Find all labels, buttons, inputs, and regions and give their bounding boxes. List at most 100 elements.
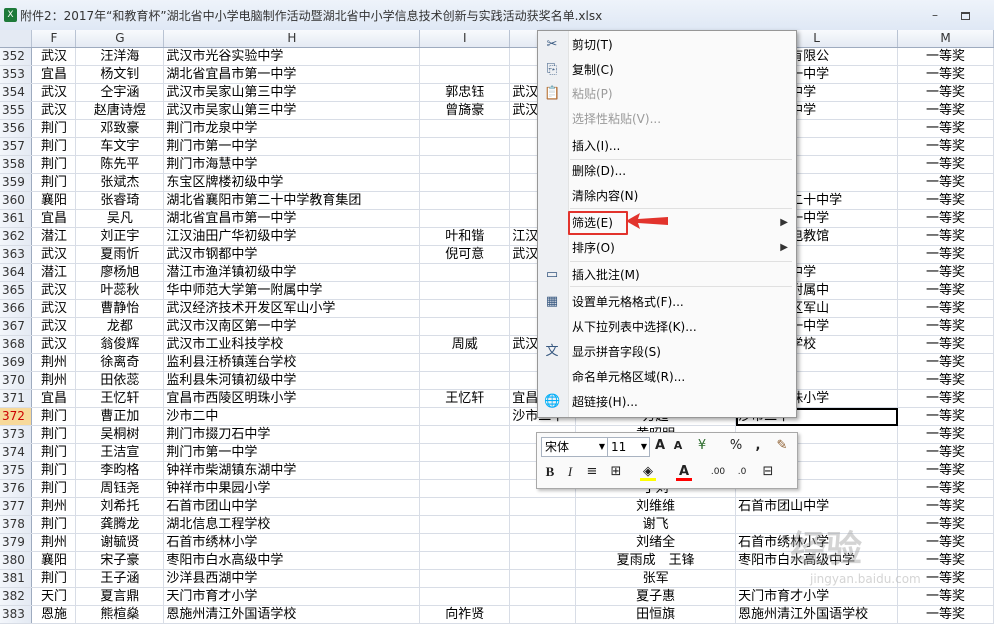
cell-m[interactable]: 一等奖 — [897, 389, 994, 408]
cell-h[interactable]: 湖北省襄阳市第二十中学教育集团 — [163, 191, 421, 210]
font-name-select[interactable]: 宋体 ▼ — [541, 437, 608, 457]
menu-item-9[interactable]: ▭ 插入批注(M) — [538, 264, 796, 286]
cell-m[interactable]: 一等奖 — [897, 101, 994, 120]
menu-item-5[interactable]: 删除(D)... — [538, 160, 796, 182]
cell-f[interactable]: 武汉 — [31, 83, 77, 102]
cell-j[interactable] — [509, 533, 577, 552]
menu-item-11[interactable]: 从下拉列表中选择(K)... — [538, 316, 796, 338]
cell-h[interactable]: 荆门市海慧中学 — [163, 155, 421, 174]
grow-font-button[interactable]: A — [651, 437, 669, 455]
cell-m[interactable]: 一等奖 — [897, 479, 994, 498]
cell-h[interactable]: 武汉市汉南区第一中学 — [163, 317, 421, 336]
cell-i[interactable]: 王忆轩 — [419, 389, 511, 408]
cell-h[interactable]: 东宝区牌楼初级中学 — [163, 173, 421, 192]
cell-i[interactable] — [419, 407, 511, 426]
cell-f[interactable]: 武汉 — [31, 245, 77, 264]
cell-m[interactable]: 一等奖 — [897, 317, 994, 336]
cell-h[interactable]: 监利县汪桥镇莲台学校 — [163, 353, 421, 372]
cell-i[interactable] — [419, 119, 511, 138]
cell-h[interactable]: 武汉市光谷实验中学 — [163, 47, 421, 66]
cell-g[interactable]: 李昀格 — [75, 461, 165, 480]
menu-item-12[interactable]: 文显示拼音字段(S) — [538, 341, 796, 363]
row-header[interactable]: 383 — [0, 605, 33, 624]
cell-i[interactable] — [419, 479, 511, 498]
cell-g[interactable]: 陈先平 — [75, 155, 165, 174]
cell-f[interactable]: 荆门 — [31, 137, 77, 156]
row-header[interactable]: 358 — [0, 155, 33, 174]
cell-g[interactable]: 汪洋海 — [75, 47, 165, 66]
row-header[interactable]: 375 — [0, 461, 33, 480]
cell-f[interactable]: 荆门 — [31, 479, 77, 498]
cell-j[interactable] — [509, 515, 577, 534]
cell-h[interactable]: 石首市团山中学 — [163, 497, 421, 516]
column-header-h[interactable]: H — [163, 30, 421, 48]
cell-h[interactable]: 湖北省宜昌市第一中学 — [163, 209, 421, 228]
cell-i[interactable] — [419, 425, 511, 444]
menu-item-14[interactable]: 🌐 超链接(H)... — [538, 391, 796, 413]
cell-f[interactable]: 荆门 — [31, 407, 77, 426]
cell-m[interactable]: 一等奖 — [897, 137, 994, 156]
cell-i[interactable] — [419, 191, 511, 210]
cell-f[interactable]: 荆州 — [31, 533, 77, 552]
cell-j[interactable] — [509, 497, 577, 516]
row-header[interactable]: 363 — [0, 245, 33, 264]
row-header[interactable]: 372 — [0, 407, 33, 426]
cell-m[interactable]: 一等奖 — [897, 335, 994, 354]
cell-f[interactable]: 宜昌 — [31, 389, 77, 408]
cell-k[interactable]: 刘维维 — [575, 497, 737, 516]
cell-f[interactable]: 襄阳 — [31, 191, 77, 210]
row-header[interactable]: 354 — [0, 83, 33, 102]
cell-g[interactable]: 曹静怡 — [75, 299, 165, 318]
cell-i[interactable]: 郭忠钰 — [419, 83, 511, 102]
cell-i[interactable] — [419, 281, 511, 300]
cell-g[interactable]: 王洁宣 — [75, 443, 165, 462]
merge-center-button[interactable]: ⊟ — [759, 463, 777, 481]
cell-f[interactable]: 武汉 — [31, 47, 77, 66]
cell-i[interactable] — [419, 47, 511, 66]
font-color-button[interactable]: A — [675, 463, 693, 481]
cell-f[interactable]: 潜江 — [31, 227, 77, 246]
cell-i[interactable] — [419, 155, 511, 174]
cell-h[interactable]: 石首市绣林小学 — [163, 533, 421, 552]
cell-m[interactable]: 一等奖 — [897, 47, 994, 66]
cell-k[interactable]: 谢飞 — [575, 515, 737, 534]
select-all-corner[interactable] — [0, 30, 33, 48]
cell-i[interactable] — [419, 173, 511, 192]
menu-item-6[interactable]: 清除内容(N) — [538, 185, 796, 207]
cell-h[interactable]: 荆门市第一中学 — [163, 137, 421, 156]
cell-g[interactable]: 王忆轩 — [75, 389, 165, 408]
cell-h[interactable]: 天门市育才小学 — [163, 587, 421, 606]
cell-m[interactable]: 一等奖 — [897, 497, 994, 516]
cell-i[interactable] — [419, 137, 511, 156]
row-header[interactable]: 368 — [0, 335, 33, 354]
cell-i[interactable] — [419, 551, 511, 570]
italic-button[interactable]: I — [561, 463, 579, 481]
cell-f[interactable]: 武汉 — [31, 317, 77, 336]
cell-g[interactable]: 叶蕊秋 — [75, 281, 165, 300]
row-header[interactable]: 370 — [0, 371, 33, 390]
cell-i[interactable] — [419, 299, 511, 318]
cell-h[interactable]: 监利县朱河镇初级中学 — [163, 371, 421, 390]
cell-g[interactable]: 龙都 — [75, 317, 165, 336]
cell-f[interactable]: 荆州 — [31, 497, 77, 516]
cell-j[interactable] — [509, 551, 577, 570]
cell-m[interactable]: 一等奖 — [897, 155, 994, 174]
row-header[interactable]: 355 — [0, 101, 33, 120]
cell-f[interactable]: 武汉 — [31, 101, 77, 120]
cell-m[interactable]: 一等奖 — [897, 263, 994, 282]
cell-m[interactable]: 一等奖 — [897, 65, 994, 84]
cell-f[interactable]: 宜昌 — [31, 209, 77, 228]
cell-h[interactable]: 荆门市第一中学 — [163, 443, 421, 462]
cell-j[interactable] — [509, 587, 577, 606]
minimize-button[interactable]: – — [928, 8, 942, 22]
cell-m[interactable]: 一等奖 — [897, 443, 994, 462]
font-size-select[interactable]: 11 ▼ — [607, 437, 650, 457]
column-header-i[interactable]: I — [419, 30, 511, 48]
decrease-decimal-button[interactable]: .0 — [733, 463, 751, 481]
row-header[interactable]: 376 — [0, 479, 33, 498]
cell-g[interactable]: 周钰尧 — [75, 479, 165, 498]
cell-h[interactable]: 钟祥市中果园小学 — [163, 479, 421, 498]
cell-g[interactable]: 谢毓贤 — [75, 533, 165, 552]
cell-m[interactable]: 一等奖 — [897, 371, 994, 390]
cell-m[interactable]: 一等奖 — [897, 299, 994, 318]
